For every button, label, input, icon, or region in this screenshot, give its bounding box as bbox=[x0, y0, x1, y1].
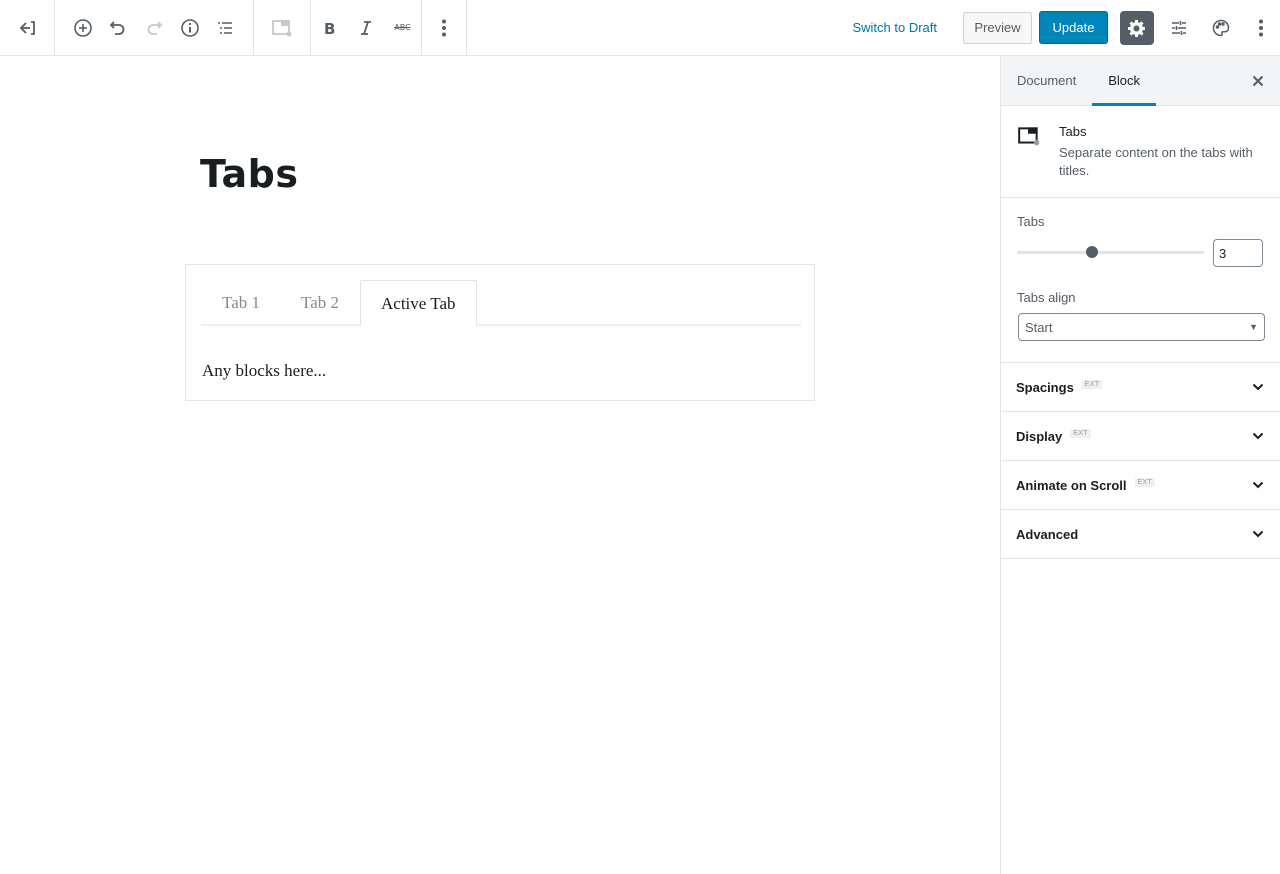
tabs-block-icon bbox=[1017, 125, 1043, 149]
tab-1[interactable]: Tab 1 bbox=[201, 280, 281, 326]
block-switcher-button[interactable] bbox=[264, 10, 300, 46]
panel-title: Spacings bbox=[1016, 379, 1074, 395]
ext-badge: EXT bbox=[1134, 477, 1156, 487]
toolbar-group-block-switcher bbox=[254, 0, 311, 55]
chevron-down-icon bbox=[1251, 527, 1265, 541]
settings-toggle-button[interactable] bbox=[1120, 10, 1154, 45]
block-navigation-button[interactable] bbox=[207, 10, 243, 46]
close-icon bbox=[1252, 75, 1264, 87]
dropdown-arrow-icon: ▼ bbox=[1249, 322, 1258, 332]
panel-spacings[interactable]: Spacings EXT bbox=[1001, 363, 1280, 412]
more-options-button[interactable] bbox=[426, 10, 462, 46]
plus-circle-icon bbox=[73, 18, 92, 37]
update-button[interactable]: Update bbox=[1039, 11, 1108, 44]
tabs-count-slider[interactable] bbox=[1017, 245, 1204, 258]
toolbar-group-main bbox=[55, 0, 254, 55]
undo-button[interactable] bbox=[101, 10, 137, 46]
italic-icon bbox=[361, 20, 371, 35]
sidebar-tabs: Document Block bbox=[1001, 56, 1280, 106]
tab-content[interactable]: Any blocks here... bbox=[202, 361, 326, 381]
header-settings: Switch to Draft Preview Update bbox=[852, 0, 1280, 55]
post-title[interactable]: Tabs bbox=[200, 152, 298, 196]
tab-block[interactable]: Block bbox=[1092, 56, 1156, 106]
close-sidebar-button[interactable] bbox=[1248, 71, 1268, 91]
options-menu-button[interactable] bbox=[1246, 11, 1276, 45]
tabs-block-icon bbox=[272, 19, 292, 36]
panel-animate-on-scroll[interactable]: Animate on Scroll EXT bbox=[1001, 461, 1280, 510]
tabs-align-select[interactable]: Start ▼ bbox=[1018, 313, 1265, 341]
tabs-nav: Tab 1 Tab 2 Active Tab bbox=[201, 280, 801, 327]
ext-badge: EXT bbox=[1081, 379, 1103, 389]
bold-icon: B bbox=[324, 20, 335, 36]
italic-button[interactable] bbox=[348, 10, 384, 46]
toolbar-group-more bbox=[422, 0, 467, 55]
palette-icon bbox=[1212, 19, 1230, 36]
fullscreen-exit-arrow-icon bbox=[19, 20, 35, 35]
redo-icon bbox=[147, 20, 163, 35]
bold-button[interactable]: B bbox=[312, 10, 348, 46]
block-navigation-icon bbox=[218, 21, 233, 34]
toolbar-group-format: B ABC bbox=[311, 0, 422, 55]
more-vertical-icon bbox=[442, 19, 446, 36]
add-block-button[interactable] bbox=[65, 10, 101, 46]
tabs-align-value: Start bbox=[1025, 319, 1053, 335]
switch-to-draft-button[interactable]: Switch to Draft bbox=[852, 20, 937, 35]
tab-document[interactable]: Document bbox=[1001, 56, 1092, 105]
settings-sidebar: Document Block Tabs Separate content on … bbox=[1000, 56, 1280, 874]
tab-active[interactable]: Active Tab bbox=[360, 280, 477, 327]
panel-title: Animate on Scroll bbox=[1016, 477, 1127, 493]
tabs-align-label: Tabs align bbox=[1017, 290, 1076, 305]
chevron-down-icon bbox=[1251, 478, 1265, 492]
editor-canvas: Tabs Tab 1 Tab 2 Active Tab Any blocks h… bbox=[0, 56, 1000, 874]
sliders-icon bbox=[1172, 20, 1186, 35]
panel-title: Advanced bbox=[1016, 526, 1079, 542]
strikethrough-button[interactable]: ABC bbox=[385, 10, 421, 46]
block-card-description: Separate content on the tabs with titles… bbox=[1059, 145, 1253, 179]
tabs-count-input[interactable]: 3 bbox=[1213, 239, 1263, 267]
undo-icon bbox=[110, 20, 125, 35]
panel-display[interactable]: Display EXT bbox=[1001, 412, 1280, 461]
block-card-title: Tabs bbox=[1059, 124, 1087, 139]
slider-thumb[interactable] bbox=[1085, 245, 1098, 258]
more-vertical-icon bbox=[1259, 19, 1263, 36]
info-icon bbox=[180, 18, 199, 37]
ext-badge: EXT bbox=[1070, 428, 1091, 438]
panel-title: Display bbox=[1016, 428, 1063, 444]
tabs-block[interactable]: Tab 1 Tab 2 Active Tab Any blocks here..… bbox=[185, 264, 815, 401]
back-to-posts-button[interactable] bbox=[9, 10, 45, 46]
gear-icon bbox=[1128, 19, 1145, 37]
sliders-button[interactable] bbox=[1162, 11, 1196, 45]
content-info-button[interactable] bbox=[172, 10, 208, 46]
chevron-down-icon bbox=[1251, 429, 1265, 443]
tabs-settings-panel: Tabs 3 Tabs align Start ▼ bbox=[1001, 198, 1280, 363]
strikethrough-icon: ABC bbox=[394, 23, 411, 32]
preview-button[interactable]: Preview bbox=[963, 11, 1032, 44]
tabs-count-label: Tabs bbox=[1017, 214, 1045, 229]
tabs-count-control: 3 bbox=[1017, 237, 1264, 267]
chevron-down-icon bbox=[1251, 380, 1265, 394]
panel-advanced[interactable]: Advanced bbox=[1001, 510, 1280, 559]
tab-2[interactable]: Tab 2 bbox=[281, 280, 360, 326]
svg-text:B: B bbox=[324, 20, 335, 36]
palette-button[interactable] bbox=[1204, 11, 1238, 45]
redo-button[interactable] bbox=[136, 10, 172, 46]
block-card: Tabs Separate content on the tabs with t… bbox=[1001, 106, 1280, 198]
toolbar-group-back bbox=[0, 0, 55, 55]
editor-header: B ABC Switch to Draft Preview Update bbox=[0, 0, 1280, 56]
